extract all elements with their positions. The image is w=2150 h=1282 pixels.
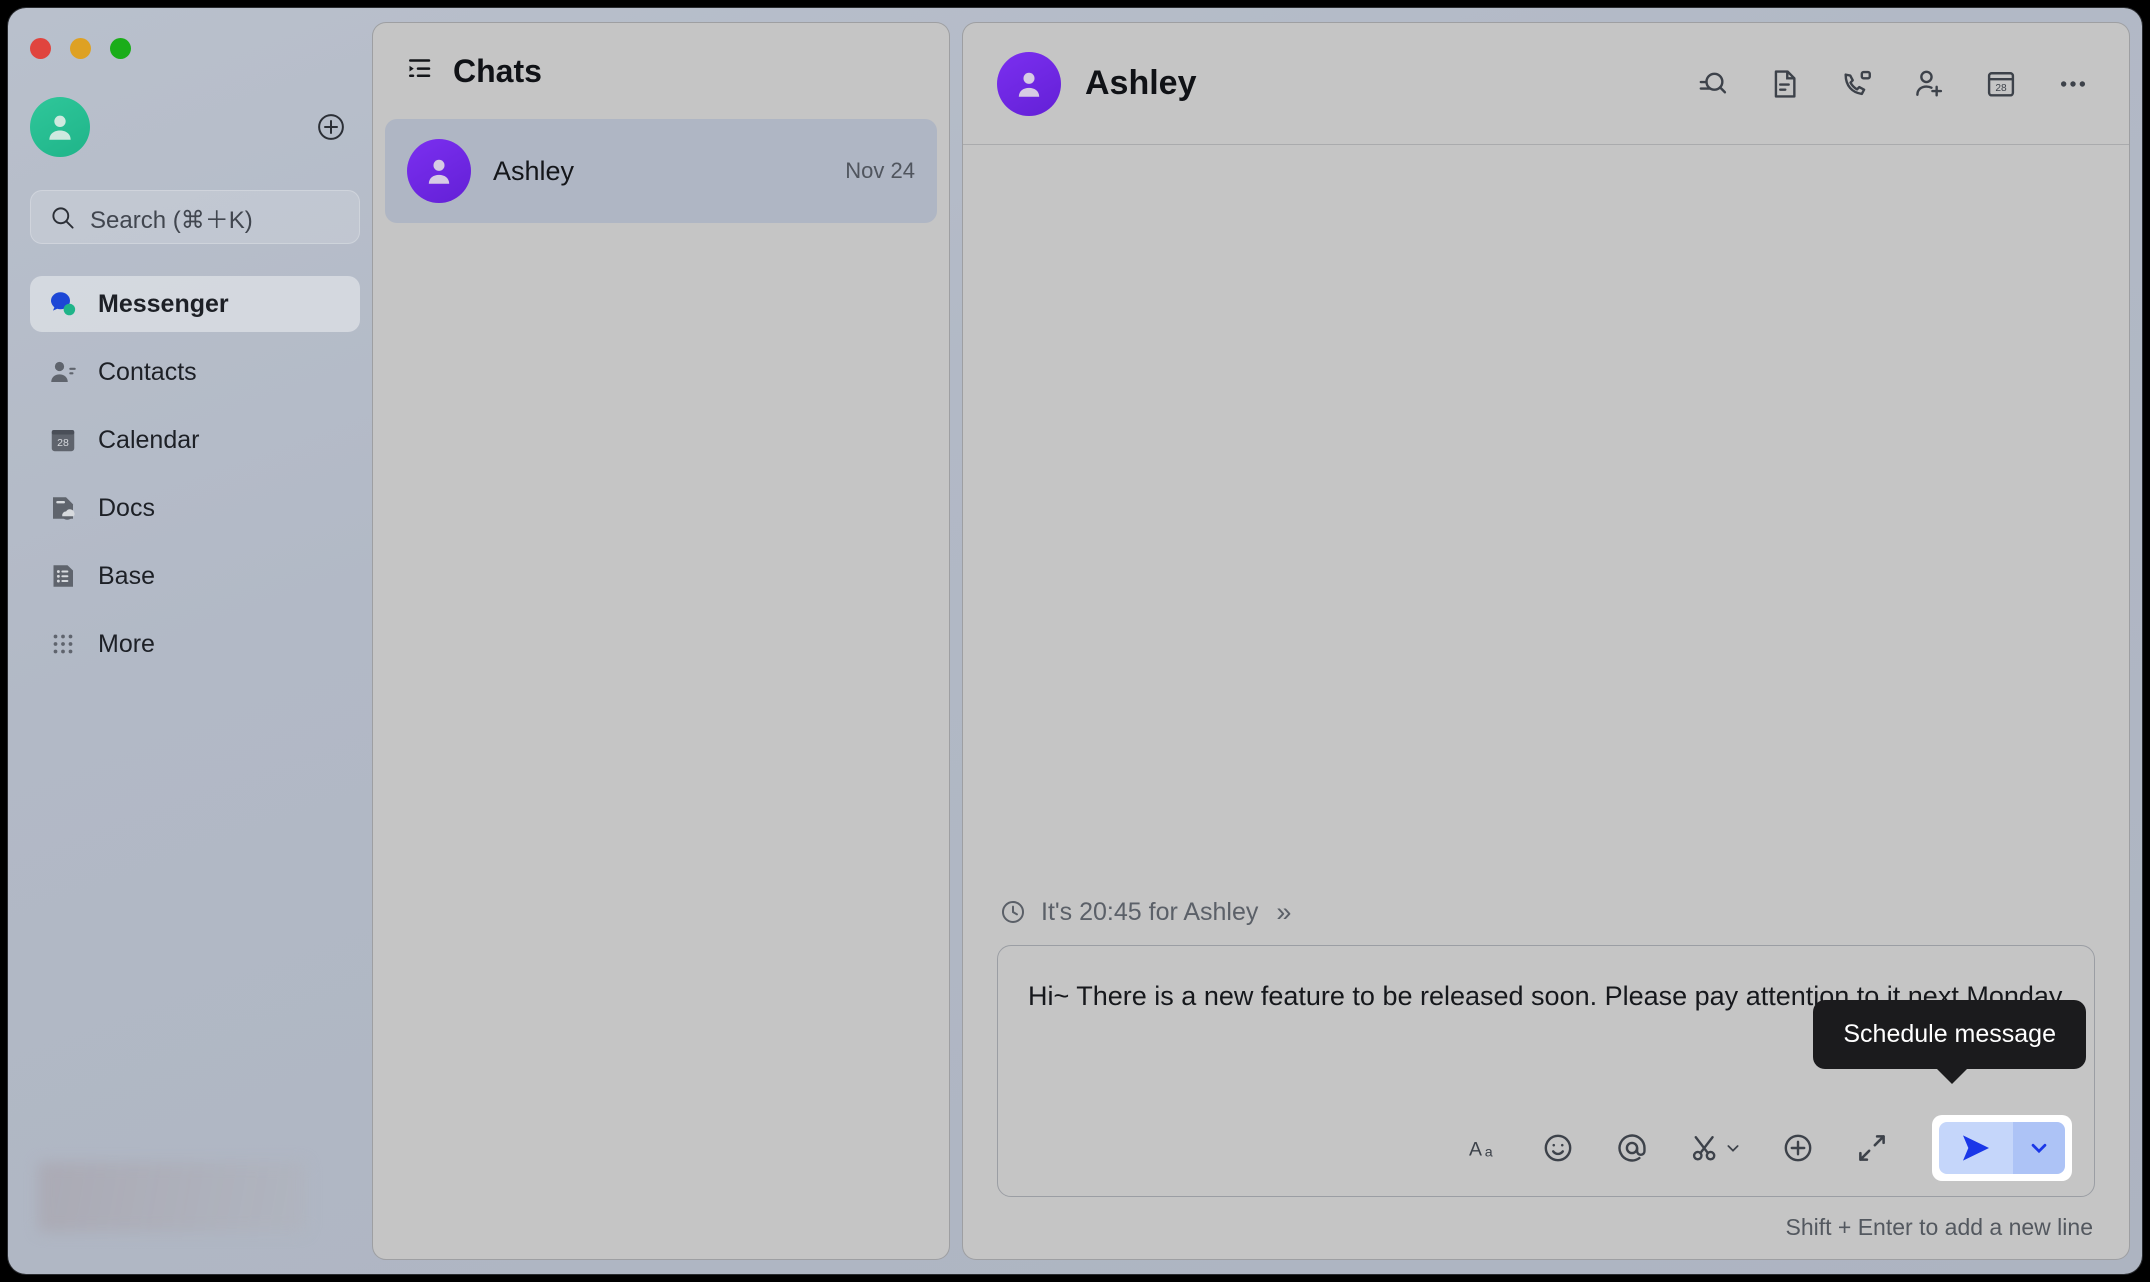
send-icon (1963, 1135, 1989, 1161)
search-icon (52, 206, 74, 229)
sidebar-item-messenger[interactable]: Messenger (30, 276, 360, 332)
search-in-chat-icon[interactable] (1691, 62, 1735, 106)
conversation-header: Ashley 28 (963, 23, 2129, 145)
window-traffic-lights (30, 38, 131, 59)
send-options-chevron[interactable] (2013, 1122, 2065, 1174)
plus-circle-icon (318, 114, 344, 140)
profile-row (30, 96, 348, 158)
chevron-down-icon (1727, 1145, 1739, 1152)
calendar-icon[interactable]: 28 (1979, 62, 2023, 106)
user-avatar[interactable] (30, 97, 90, 157)
send-controls (1939, 1122, 2065, 1174)
search-placeholder: Search (⌘＋K) (90, 206, 253, 234)
scissors-icon[interactable] (1684, 1126, 1746, 1170)
chat-list-item[interactable]: Ashley Nov 24 (385, 119, 937, 223)
schedule-message-tooltip: Schedule message (1813, 1000, 2086, 1084)
emoji-icon[interactable] (1536, 1126, 1580, 1170)
app-root: Search (⌘＋K) Messenger Contacts 28 Calen… (0, 0, 2150, 1282)
more-horizontal-icon[interactable] (2051, 62, 2095, 106)
person-avatar-icon (49, 115, 71, 140)
conversation-panel: Ashley 28 It's 20:45 for Ashley » Hi~ Th… (962, 22, 2130, 1260)
svg-text:a: a (1485, 1144, 1493, 1160)
page-title: Ashley (1085, 64, 1197, 102)
add-member-icon[interactable] (1907, 62, 1951, 106)
sidebar: Search (⌘＋K) Messenger Contacts 28 Calen… (8, 8, 370, 1274)
composer-toolbar: A a Schedule message (998, 973, 2098, 1196)
message-area (963, 145, 2129, 885)
video-call-icon[interactable] (1835, 62, 1879, 106)
sidebar-item-calendar[interactable]: 28 Calendar (30, 412, 360, 468)
sidebar-nav: Messenger Contacts 28 Calendar Docs Base… (30, 276, 360, 684)
tooltip-text: Schedule message (1843, 1020, 2056, 1048)
more-grid-icon (48, 629, 78, 659)
redacted-region (38, 1162, 306, 1232)
expand-icon[interactable] (1850, 1126, 1894, 1170)
sidebar-item-docs[interactable]: Docs (30, 480, 360, 536)
sidebar-item-label: Base (98, 561, 155, 590)
message-composer[interactable]: Hi~ There is a new feature to be release… (997, 945, 2098, 1197)
sidebar-item-more[interactable]: More (30, 616, 360, 672)
messenger-icon (48, 289, 78, 319)
conversation-actions: 28 (1691, 62, 2095, 106)
docs-icon (48, 493, 78, 523)
chat-list-icon (405, 54, 435, 89)
sidebar-item-label: More (98, 629, 155, 658)
tooltip-arrow (1936, 1068, 1968, 1084)
person-avatar-icon (1018, 72, 1040, 97)
maximize-window-button[interactable] (110, 38, 131, 59)
avatar (407, 139, 471, 203)
svg-text:28: 28 (1995, 83, 2007, 94)
send-button-group: Schedule message (1813, 973, 2098, 1181)
document-icon[interactable] (1763, 62, 1807, 106)
app-window: Search (⌘＋K) Messenger Contacts 28 Calen… (8, 8, 2142, 1274)
text-format-icon[interactable]: A a (1462, 1126, 1506, 1170)
chat-item-date: Nov 24 (845, 158, 915, 183)
chevron-down-icon (2031, 1143, 2047, 1154)
close-window-button[interactable] (30, 38, 51, 59)
sidebar-item-contacts[interactable]: Contacts (30, 344, 360, 400)
chat-list-panel: Chats Ashley Nov 24 (372, 22, 950, 1260)
sidebar-item-label: Contacts (98, 357, 197, 386)
sidebar-item-base[interactable]: Base (30, 548, 360, 604)
svg-text:28: 28 (57, 437, 69, 449)
composer-hint: Shift + Enter to add a new line (1785, 1214, 2093, 1240)
sidebar-item-label: Docs (98, 493, 155, 522)
clock-icon (1001, 900, 1025, 924)
expand-time-chevron[interactable]: » (1276, 897, 1291, 928)
minimize-window-button[interactable] (70, 38, 91, 59)
svg-text:A: A (1469, 1139, 1482, 1161)
contacts-icon (48, 357, 78, 387)
chat-list-header: Chats (373, 23, 949, 119)
local-time-text: It's 20:45 for Ashley (1041, 897, 1259, 926)
person-avatar-icon (428, 159, 450, 184)
sidebar-item-label: Messenger (98, 289, 229, 318)
base-icon (48, 561, 78, 591)
add-new-button[interactable] (314, 110, 348, 144)
send-button[interactable] (1939, 1122, 2013, 1174)
mention-icon[interactable] (1610, 1126, 1654, 1170)
calendar-icon: 28 (48, 425, 78, 455)
add-attachment-icon[interactable] (1776, 1126, 1820, 1170)
local-time-hint[interactable]: It's 20:45 for Ashley » (963, 885, 2129, 939)
sidebar-item-label: Calendar (98, 425, 200, 454)
chat-item-name: Ashley (493, 155, 575, 186)
search-input[interactable]: Search (⌘＋K) (30, 190, 360, 244)
chat-list-title: Chats (453, 52, 542, 89)
avatar[interactable] (997, 51, 1061, 116)
